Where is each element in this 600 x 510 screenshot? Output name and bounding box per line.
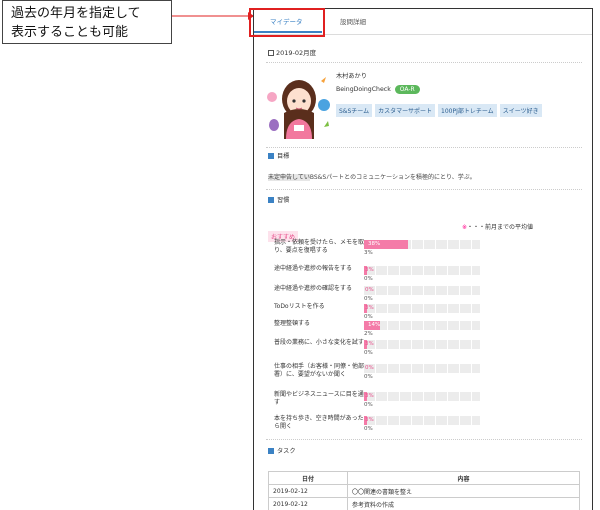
- habit-label: 普段の業務に、小さな変化を試す: [274, 339, 364, 346]
- note-text: ・・・前月までの平均値: [467, 224, 534, 231]
- habit-average: 0%: [364, 350, 373, 356]
- header-content: 内容: [347, 471, 580, 485]
- habit-average: 2%: [364, 331, 373, 337]
- callout-line-2: 表示することも可能: [11, 25, 129, 40]
- habit-bar: 0% 0%: [364, 364, 480, 380]
- table-row[interactable]: 2019-02-12 参考資料の作成: [268, 497, 580, 510]
- habit-percent: 14%: [368, 322, 381, 328]
- divider: [266, 439, 582, 440]
- habit-bar: 38% 3%: [364, 240, 480, 256]
- habit-average: 0%: [364, 276, 373, 282]
- system-name: BeingDoingCheck: [336, 86, 391, 93]
- habits-heading: 習慣: [268, 195, 289, 204]
- flag-icon: [268, 153, 274, 159]
- annotation-callout: 過去の年月を指定して 表示することも可能: [2, 0, 172, 44]
- goal-body: BS&Sパートとのコミュニケーションを積極的にとり、学ぶ。: [309, 174, 476, 181]
- habit-bar: 3% 0%: [364, 304, 480, 320]
- habit-label: 仕事の相手（お客様・同僚・他部署）に、要望がないか聞く: [274, 363, 365, 378]
- habit-average: 0%: [364, 296, 373, 302]
- habit-percent: 0%: [365, 365, 374, 371]
- habit-percent: 3%: [365, 417, 374, 423]
- habit-label: 途中経過や進捗の確認をする: [274, 285, 353, 292]
- habit-average: 0%: [364, 426, 373, 432]
- divider: [266, 62, 582, 63]
- goal-heading: 目標: [268, 151, 289, 160]
- habit-bar: 3% 0%: [364, 392, 480, 408]
- habit-label: 途中経過や進捗の報告をする: [274, 265, 353, 272]
- habit-label: 整理整頓する: [274, 320, 311, 327]
- task-table: 日付 内容 2019-02-12 〇〇関連の書類を整え 2019-02-12 参…: [268, 471, 580, 510]
- callout-arrow-icon: [172, 12, 254, 20]
- habits-heading-text: 習慣: [277, 197, 290, 204]
- task-date: 2019-02-12: [268, 484, 348, 498]
- divider: [266, 189, 582, 190]
- task-date: 2019-02-12: [268, 497, 348, 510]
- task-content: 参考資料の作成: [347, 497, 580, 510]
- habit-percent: 38%: [368, 241, 381, 247]
- habit-label: 新聞やビジネスニュースに目を通す: [274, 391, 364, 406]
- goal-heading-text: 目標: [277, 153, 290, 160]
- app-frame: マイデータ 設問詳細 2019-02月度 木村あかり BeingDoingChe…: [253, 8, 593, 510]
- habit-label: ToDoリストを作る: [274, 303, 325, 310]
- tag: スイーツ好き: [499, 104, 542, 117]
- habit-bar: 14% 2%: [364, 321, 480, 337]
- rank-badge: OA-R: [394, 85, 420, 94]
- flag-icon: [268, 197, 274, 203]
- tab-question-detail[interactable]: 設問詳細: [340, 16, 366, 26]
- average-note: ※・・・前月までの平均値: [462, 222, 533, 231]
- habit-label: 本を持ち歩き、空き時間があったら開く: [274, 415, 364, 430]
- habit-percent: 3%: [365, 393, 374, 399]
- habit-percent: 0%: [365, 287, 374, 293]
- flag-icon: [268, 448, 274, 454]
- habit-bar: 3% 0%: [364, 340, 480, 356]
- calendar-icon: [268, 50, 274, 56]
- habit-average: 0%: [364, 314, 373, 320]
- divider: [266, 147, 582, 148]
- habit-bar: 3% 0%: [364, 266, 480, 282]
- habit-bar: 3% 0%: [364, 416, 480, 432]
- user-tags: S&Sチーム カスタマーサポート 100PJ部トレチーム スイーツ好き: [336, 98, 576, 120]
- goal-masked-text: 未定申告してい: [268, 174, 310, 181]
- habit-average: 3%: [364, 250, 373, 256]
- goal-text: 未定申告していBS&Sパートとのコミュニケーションを積極的にとり、学ぶ。: [268, 172, 476, 181]
- tasks-heading-text: タスク: [277, 448, 296, 455]
- callout-line-1: 過去の年月を指定して: [11, 6, 141, 21]
- header-date: 日付: [268, 471, 348, 485]
- avatar: [267, 77, 330, 139]
- table-header-row: 日付 内容: [268, 471, 580, 485]
- tag: S&Sチーム: [336, 104, 373, 117]
- habit-percent: 3%: [365, 267, 374, 273]
- table-row[interactable]: 2019-02-12 〇〇関連の書類を整え: [268, 484, 580, 498]
- habit-average: 0%: [364, 374, 373, 380]
- period-text: 2019-02月度: [276, 49, 317, 57]
- period-label: 2019-02月度: [268, 47, 316, 57]
- habit-percent: 3%: [365, 341, 374, 347]
- tab-highlight-box: [249, 8, 325, 37]
- habit-percent: 3%: [365, 305, 374, 311]
- tasks-heading: タスク: [268, 446, 296, 455]
- system-label: BeingDoingCheck OA-R: [336, 85, 420, 94]
- habit-average: 0%: [364, 402, 373, 408]
- habit-bar: 0% 0%: [364, 286, 480, 302]
- user-name: 木村あかり: [336, 73, 367, 80]
- tag: カスタマーサポート: [375, 104, 436, 117]
- task-content: 〇〇関連の書類を整え: [347, 484, 580, 498]
- tag: 100PJ部トレチーム: [438, 104, 497, 117]
- habit-label: 指示・依頼を受けたら、メモを取り、要点を復唱する: [274, 239, 365, 254]
